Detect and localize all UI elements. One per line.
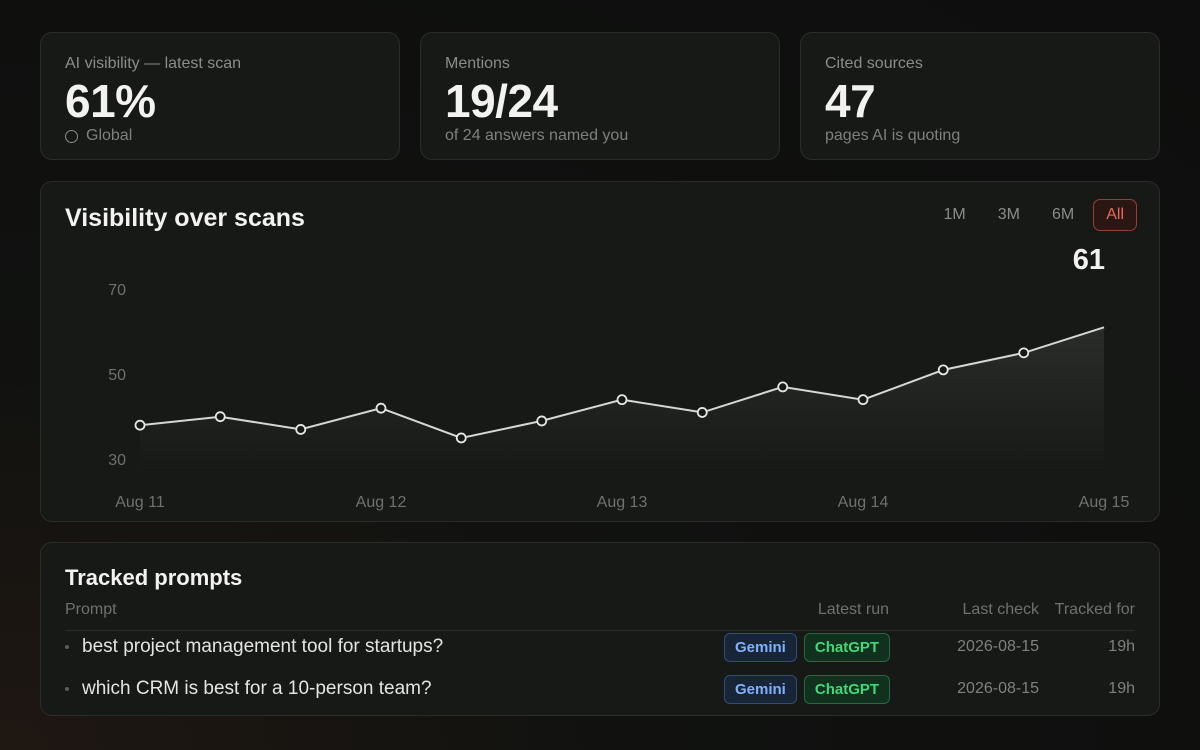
x-tick-label: Aug 13 xyxy=(597,494,648,511)
x-tick-label: Aug 14 xyxy=(838,494,889,511)
visibility-chart: 30 50 70 Aug 11 Aug 12 Aug 13 Aug 14 Aug 15 xyxy=(108,282,1130,511)
stat-label: AI visibility — latest scan xyxy=(65,55,242,72)
chart-data-point[interactable] xyxy=(375,402,387,414)
tracked-for-duration: 19h xyxy=(1108,680,1135,697)
chart-data-point[interactable] xyxy=(536,415,548,427)
chart-data-point[interactable] xyxy=(857,394,869,406)
table-row[interactable]: best project management tool for startup… xyxy=(65,628,1135,666)
stat-label: Cited sources xyxy=(825,55,923,72)
range-tab-all[interactable]: All xyxy=(1093,199,1137,231)
chart-data-point[interactable] xyxy=(295,424,307,435)
prompt-text: which CRM is best for a 10-person team? xyxy=(82,678,432,699)
last-check-date: 2026-08-15 xyxy=(957,638,1039,655)
chart-data-point[interactable] xyxy=(1018,347,1030,359)
latest-run-badges: Gemini ChatGPT xyxy=(724,632,891,662)
x-tick-label: Aug 12 xyxy=(356,494,407,511)
stat-card-visibility: AI visibility — latest scan 61% Global xyxy=(40,32,400,160)
tracked-for-duration: 19h xyxy=(1108,638,1135,655)
chart-data-point[interactable] xyxy=(455,432,467,444)
range-tab-3m[interactable]: 3M xyxy=(985,199,1033,231)
range-tabs: 1M 3M 6M All xyxy=(931,199,1137,231)
stat-value: 19/24 xyxy=(445,75,558,127)
prompt-text: best project management tool for startup… xyxy=(82,636,444,657)
chart-data-point[interactable] xyxy=(937,364,949,376)
chart-data-point[interactable] xyxy=(214,411,226,423)
globe-icon xyxy=(65,129,78,143)
y-tick-label: 30 xyxy=(108,452,126,469)
region-label: Global xyxy=(86,127,133,145)
stat-card-cited-sources: Cited sources 47 pages AI is quoting xyxy=(800,32,1160,160)
latest-run-badges: Gemini ChatGPT xyxy=(724,674,891,704)
tracked-prompts-card: Tracked prompts Prompt Latest run Last c… xyxy=(40,542,1160,716)
column-header-prompt: Prompt xyxy=(65,601,117,618)
section-title: Tracked prompts xyxy=(65,565,243,590)
visibility-chart-card: 30 50 70 Aug 11 Aug 12 Aug 13 Aug 14 Aug 15 Vi… xyxy=(40,181,1160,522)
x-tick-label: Aug 11 xyxy=(115,494,165,511)
chart-data-point[interactable] xyxy=(134,419,146,431)
badge-gemini: Gemini xyxy=(724,632,797,662)
badge-chatgpt: ChatGPT xyxy=(803,674,891,704)
last-check-date: 2026-08-15 xyxy=(957,680,1039,697)
table-row[interactable]: which CRM is best for a 10-person team? … xyxy=(65,670,1135,708)
column-header-tracked-for: Tracked for xyxy=(1054,601,1135,618)
stat-label: Mentions xyxy=(445,55,510,72)
range-tab-6m[interactable]: 6M xyxy=(1039,199,1087,231)
chart-data-point[interactable] xyxy=(777,381,789,393)
chart-data-point[interactable] xyxy=(696,407,708,418)
stat-value: 61% xyxy=(65,75,156,127)
badge-chatgpt: ChatGPT xyxy=(803,632,891,662)
stat-sub: of 24 answers named you xyxy=(445,127,629,145)
chart-data-point[interactable] xyxy=(616,394,628,406)
column-header-latest-run: Latest run xyxy=(817,601,889,618)
stat-sub: pages AI is quoting xyxy=(825,127,961,145)
badge-gemini: Gemini xyxy=(724,674,797,704)
bullet xyxy=(65,687,69,691)
stat-card-mentions: Mentions 19/24 of 24 answers named you xyxy=(420,32,780,160)
y-tick-label: 50 xyxy=(108,367,126,384)
range-tab-1m[interactable]: 1M xyxy=(931,199,979,231)
stat-value: 47 xyxy=(825,75,876,127)
y-tick-label: 70 xyxy=(108,282,126,299)
chart-title: Visibility over scans xyxy=(65,204,305,232)
latest-value: 61 xyxy=(1072,244,1105,276)
stat-sub: Global xyxy=(65,127,375,145)
x-tick-label: Aug 15 xyxy=(1079,494,1130,511)
bullet xyxy=(65,645,69,649)
column-header-last-check: Last check xyxy=(962,601,1039,618)
